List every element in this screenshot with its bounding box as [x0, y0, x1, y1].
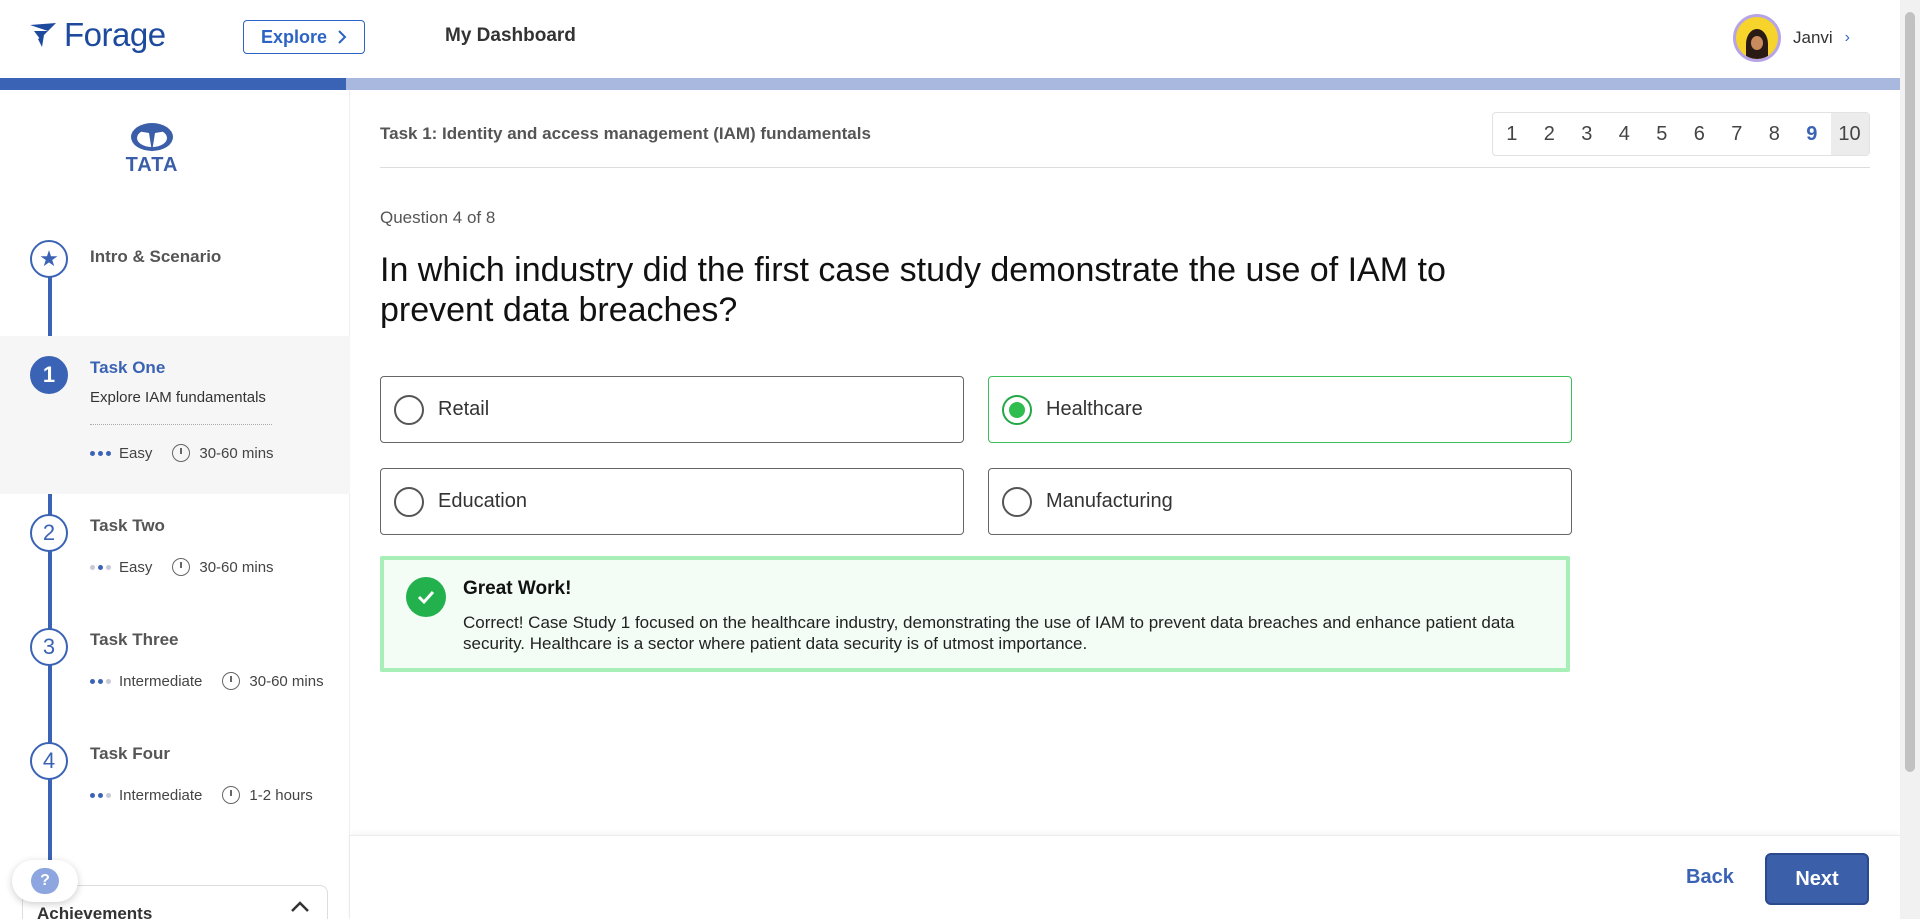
- answer-option[interactable]: Manufacturing: [988, 468, 1572, 535]
- task-number-badge: 4: [30, 742, 68, 780]
- question-text: In which industry did the first case stu…: [380, 251, 1446, 329]
- footer-bar: Back Next: [350, 835, 1900, 919]
- feedback-body: Correct! Case Study 1 focused on the hea…: [463, 613, 1515, 653]
- clock-icon: [222, 672, 241, 690]
- sidebar-item-label: Task One: [90, 358, 166, 377]
- next-button[interactable]: Next: [1765, 853, 1869, 905]
- answer-option-label: Retail: [438, 398, 490, 420]
- pager-step[interactable]: 6: [1681, 113, 1719, 155]
- pager-step[interactable]: 2: [1531, 113, 1569, 155]
- achievements-label: Achievements: [37, 904, 153, 919]
- sidebar-item-label: Task Two: [90, 516, 165, 535]
- pager-step[interactable]: 8: [1756, 113, 1794, 155]
- feedback-title: Great Work!: [463, 578, 572, 599]
- scrollbar-thumb[interactable]: [1905, 12, 1915, 772]
- duration-label: 30-60 mins: [249, 672, 324, 690]
- scrollbar[interactable]: [1900, 0, 1920, 919]
- step-pager: 1 2 3 4 5 6 7 8 9 10: [1492, 112, 1870, 156]
- forage-logo-text: Forage: [64, 16, 166, 53]
- task-meta: Easy 30-60 mins: [90, 444, 274, 462]
- clock-icon: [222, 786, 241, 804]
- sidebar-item-subtitle: Explore IAM fundamentals: [90, 389, 266, 406]
- radio-button[interactable]: [1002, 394, 1032, 425]
- task-meta: Intermediate 30-60 mins: [90, 672, 324, 690]
- pager-step[interactable]: 7: [1718, 113, 1756, 155]
- sidebar-item-task-three[interactable]: 3 Task Three Intermediate 30-60 mins: [0, 622, 350, 722]
- chevron-right-icon: ›: [1844, 29, 1850, 46]
- chevron-right-icon: [338, 30, 347, 44]
- back-button[interactable]: Back: [1686, 866, 1734, 889]
- user-menu[interactable]: Janvi ›: [1732, 14, 1850, 62]
- radio-button[interactable]: [1002, 486, 1032, 517]
- forage-logo-icon: [30, 23, 56, 47]
- answer-option[interactable]: Retail: [380, 376, 964, 443]
- sidebar-item-task-one[interactable]: 1 Task One Explore IAM fundamentals Easy…: [0, 336, 350, 494]
- answer-option[interactable]: Education: [380, 468, 964, 535]
- pager-step[interactable]: 1: [1493, 113, 1531, 155]
- sidebar-item-intro[interactable]: ★ Intro & Scenario: [0, 240, 350, 330]
- radio-button[interactable]: [394, 394, 424, 425]
- difficulty-label: Easy: [119, 444, 153, 462]
- pager-step[interactable]: 10: [1830, 113, 1869, 155]
- answer-option-label: Education: [438, 490, 527, 512]
- divider: [380, 167, 1870, 168]
- answer-option-label: Healthcare: [1046, 398, 1143, 420]
- user-name: Janvi: [1792, 28, 1833, 47]
- chevron-up-icon[interactable]: [289, 900, 311, 914]
- difficulty-label: Intermediate: [119, 786, 203, 804]
- difficulty-label: Intermediate: [119, 672, 203, 690]
- difficulty-dots-icon: [90, 450, 111, 456]
- answer-option[interactable]: Healthcare: [988, 376, 1572, 443]
- sidebar-item-label: Task Three: [90, 630, 179, 649]
- top-bar: Forage Explore My Dashboard Janvi ›: [0, 0, 1900, 78]
- progress-fill: [0, 78, 346, 90]
- pager-step[interactable]: 5: [1643, 113, 1681, 155]
- my-dashboard-link[interactable]: My Dashboard: [445, 25, 576, 47]
- main-content: Task 1: Identity and access management (…: [350, 90, 1900, 919]
- difficulty-dots-icon: [90, 564, 111, 570]
- task-number-badge: 2: [30, 514, 68, 552]
- sidebar: TATA ★ Intro & Scenario 1 Task One Explo…: [0, 90, 350, 919]
- help-icon: ?: [31, 868, 59, 894]
- pager-step[interactable]: 4: [1606, 113, 1644, 155]
- sidebar-item-task-four[interactable]: 4 Task Four Intermediate 1-2 hours: [0, 736, 350, 836]
- difficulty-dots-icon: [90, 792, 111, 798]
- task-meta: Easy 30-60 mins: [90, 558, 274, 576]
- tata-emblem-icon: [131, 123, 173, 152]
- feedback-banner: Great Work! Correct! Case Study 1 focuse…: [380, 556, 1570, 672]
- task-header: Task 1: Identity and access management (…: [380, 124, 871, 143]
- company-logo-text: TATA: [125, 154, 179, 176]
- difficulty-dots-icon: [90, 678, 111, 684]
- divider: [90, 424, 272, 425]
- star-icon: ★: [30, 240, 68, 278]
- answer-option-label: Manufacturing: [1046, 490, 1173, 512]
- radio-button[interactable]: [394, 486, 424, 517]
- course-progress-bar: [0, 78, 1900, 90]
- duration-label: 30-60 mins: [199, 444, 274, 462]
- sidebar-item-label: Intro & Scenario: [90, 247, 222, 266]
- explore-button[interactable]: Explore: [243, 20, 365, 54]
- sidebar-item-task-two[interactable]: 2 Task Two Easy 30-60 mins: [0, 508, 350, 608]
- duration-label: 30-60 mins: [199, 558, 274, 576]
- task-number-badge: 3: [30, 628, 68, 666]
- forage-logo[interactable]: Forage: [28, 16, 166, 54]
- check-circle-icon: [406, 577, 446, 617]
- avatar: [1732, 14, 1781, 62]
- explore-button-label: Explore: [260, 26, 328, 47]
- company-logo: TATA: [122, 122, 182, 177]
- task-number-badge: 1: [30, 356, 68, 394]
- clock-icon: [172, 444, 191, 462]
- help-button[interactable]: ?: [12, 860, 78, 902]
- duration-label: 1-2 hours: [249, 786, 313, 804]
- task-meta: Intermediate 1-2 hours: [90, 786, 313, 804]
- pager-step[interactable]: 3: [1568, 113, 1606, 155]
- question-counter: Question 4 of 8: [380, 208, 496, 227]
- difficulty-label: Easy: [119, 558, 153, 576]
- sidebar-item-label: Task Four: [90, 744, 170, 763]
- clock-icon: [172, 558, 191, 576]
- pager-step[interactable]: 9: [1793, 113, 1831, 155]
